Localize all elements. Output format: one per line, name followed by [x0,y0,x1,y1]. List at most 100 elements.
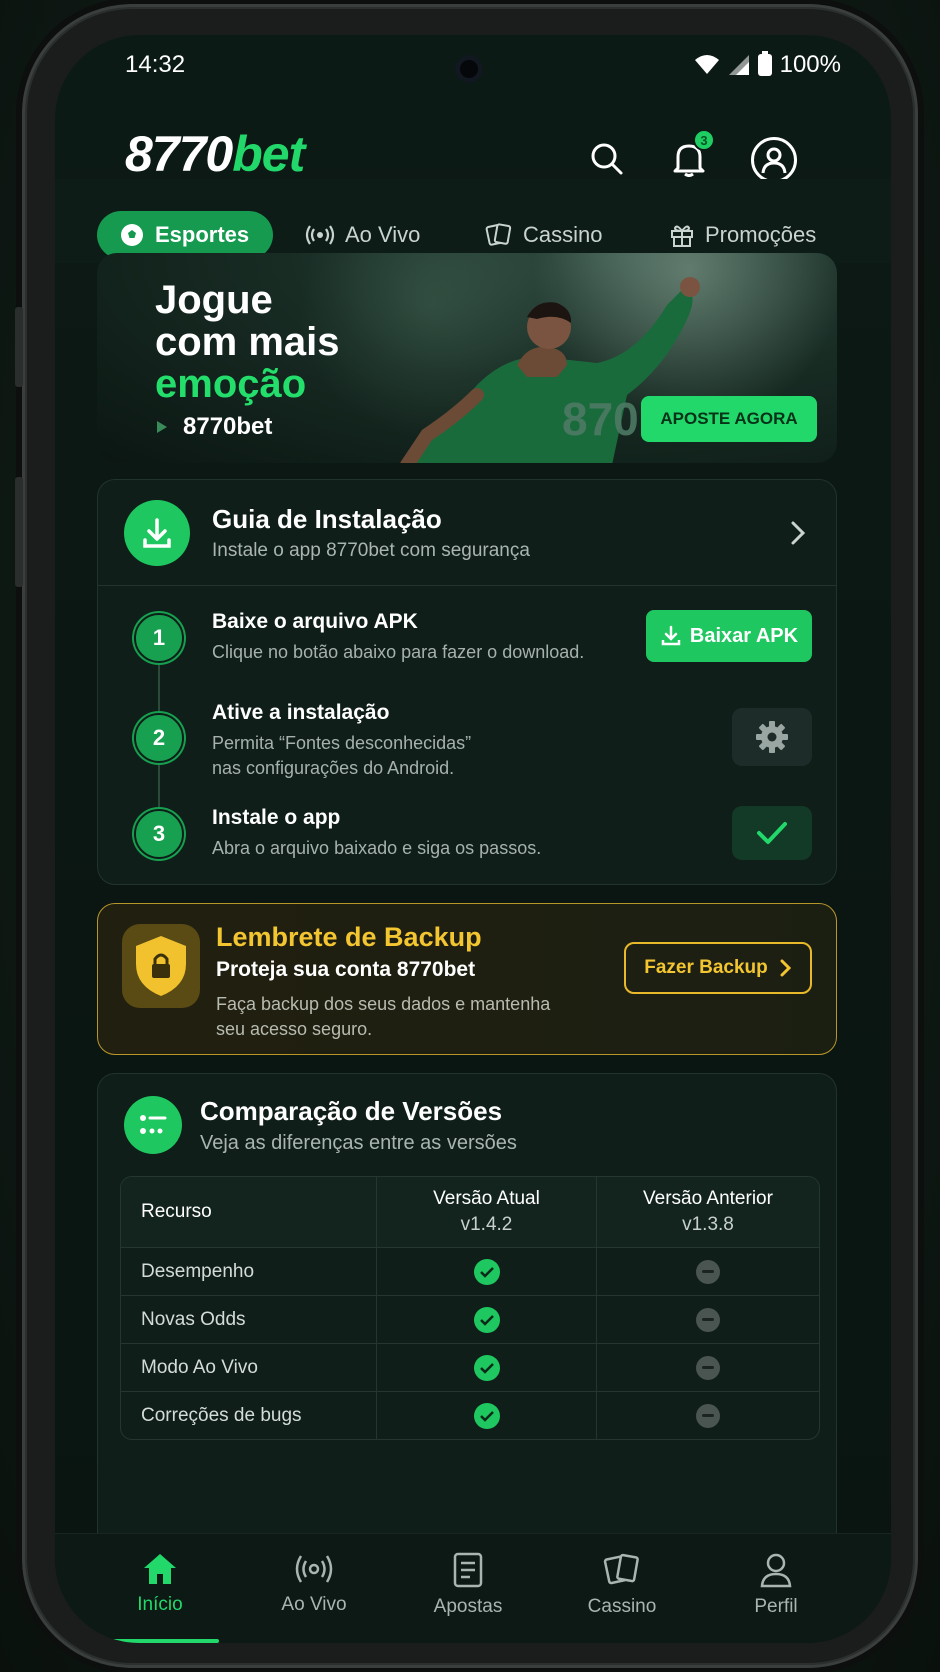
header-version: v1.3.8 [682,1214,734,1235]
logo-bet: bet [232,126,305,182]
betslip-icon [453,1552,483,1588]
banner-brand-text: 8770bet [183,413,273,440]
step-description-line: nas configurações do Android. [212,758,455,778]
tab-ao-vivo[interactable]: Ao Vivo [305,211,420,259]
nav-cassino[interactable]: Cassino [557,1552,687,1618]
tab-esportes[interactable]: Esportes [97,211,274,259]
tab-label: Esportes [155,222,250,247]
download-icon [143,518,171,548]
step-description: Permita “Fontes desconhecidas” nas confi… [212,731,471,781]
table-header: Recurso Versão Atual v1.4.2 Versão Anter… [121,1177,819,1247]
nav-label: Início [137,1594,183,1615]
apk-button-label: Baixar APK [689,624,799,647]
gear-icon [756,721,788,753]
status-bar: 14:32 100% [55,49,891,105]
user-icon [761,147,787,174]
nav-ao-vivo[interactable]: Ao Vivo [249,1552,379,1616]
app-logo[interactable]: 8770bet [125,125,305,183]
headline-line1: Jogue [155,278,273,322]
list-compare-icon [140,1115,167,1134]
row-label: Desempenho [121,1248,377,1295]
header-versao-atual: Versão Atual v1.4.2 [377,1177,597,1247]
screen: 14:32 100% 8770bet 3 Esportes Ao Vivo Ca… [55,35,891,1643]
backup-description-line: seu acesso seguro. [216,1019,373,1039]
minus-circle-icon [696,1403,720,1428]
backup-subtitle: Proteja sua conta 8770bet [216,958,476,981]
table-row: Correções de bugs [121,1391,819,1439]
check-circle-icon [473,1258,500,1285]
fazer-backup-button[interactable]: Fazer Backup [624,942,812,994]
step-description: Abra o arquivo baixado e siga os passos. [212,838,542,858]
status-time: 14:32 [125,51,186,78]
banner-brand: 8770bet [155,413,272,441]
promo-banner[interactable]: 870 Jogue com mais emoção 8770bet APOSTE… [97,253,837,463]
nav-perfil[interactable]: Perfil [711,1552,841,1618]
nav-label: Ao Vivo [281,1594,347,1615]
table-row: Novas Odds [121,1295,819,1343]
chevron-right-icon [780,959,791,977]
front-camera [455,55,483,83]
baixar-apk-button[interactable]: Baixar APK [646,610,812,662]
chevron-right-icon [791,521,806,545]
row-previous [597,1248,819,1295]
version-comparison-card: Comparação de Versões Veja as diferenças… [97,1073,837,1593]
row-previous [597,1392,819,1439]
home-icon [144,1554,176,1584]
row-label: Correções de bugs [121,1392,377,1439]
backup-description-line: Faça backup dos seus dados e mantenha [216,994,551,1014]
battery-icon [757,51,772,76]
header-versao-anterior: Versão Anterior v1.3.8 [597,1177,819,1247]
bottom-navigation: Início Ao Vivo Apostas Cassino Perfil [55,1533,891,1643]
tab-label: Promoções [705,222,817,247]
jersey-number: 870 [562,393,639,445]
compare-title: Comparação de Versões [200,1096,503,1126]
compare-badge [124,1096,182,1154]
notifications-button[interactable]: 3 [667,129,715,181]
headline-line2: com mais [155,320,340,364]
installation-guide-card: Guia de Instalação Instale o app 8770bet… [97,479,837,885]
tab-promocoes[interactable]: Promoções [669,211,816,259]
install-done-button[interactable] [732,806,812,860]
broadcast-icon [295,1555,333,1583]
search-button[interactable] [585,137,629,181]
wifi-icon [694,55,719,74]
tab-label: Ao Vivo [345,222,421,247]
tab-cassino[interactable]: Cassino [485,211,602,259]
step-number: 3 [134,809,184,859]
download-badge [124,500,190,566]
broadcast-icon [305,225,335,245]
row-previous [597,1344,819,1391]
header-version: v1.4.2 [460,1214,513,1235]
backup-reminder-card: Lembrete de Backup Proteja sua conta 877… [97,903,837,1055]
nav-label: Perfil [754,1596,798,1617]
guide-subtitle: Instale o app 8770bet com segurança [212,540,530,561]
nav-label: Apostas [433,1596,503,1617]
user-icon [760,1553,792,1588]
nav-label: Cassino [587,1596,657,1617]
step-number: 1 [134,613,184,663]
settings-button[interactable] [732,708,812,766]
guide-header[interactable]: Guia de Instalação Instale o app 8770bet… [98,480,836,586]
nav-apostas[interactable]: Apostas [403,1552,533,1618]
step-title: Baixe o arquivo APK [212,610,418,633]
profile-button[interactable] [751,137,797,183]
status-icons: 100% [694,51,841,79]
check-circle-icon [473,1354,500,1381]
logo-number: 8770 [125,126,233,182]
aposte-agora-button[interactable]: APOSTE AGORA [641,396,817,442]
header-label: Versão Atual [433,1188,540,1209]
step-number: 2 [134,713,184,763]
battery-percent: 100% [779,51,841,78]
backup-title: Lembrete de Backup [216,922,482,952]
comparison-table: Recurso Versão Atual v1.4.2 Versão Anter… [120,1176,820,1440]
backup-description: Faça backup dos seus dados e mantenha se… [216,992,596,1042]
soccer-ball-icon [121,224,143,246]
power-button [15,477,23,587]
minus-circle-icon [696,1307,720,1332]
volume-button [15,307,23,387]
nav-inicio[interactable]: Início [95,1552,225,1616]
step-description: Clique no botão abaixo para fazer o down… [212,642,585,662]
shield-lock-icon [136,936,186,996]
download-icon [661,625,681,646]
minus-circle-icon [696,1355,720,1380]
